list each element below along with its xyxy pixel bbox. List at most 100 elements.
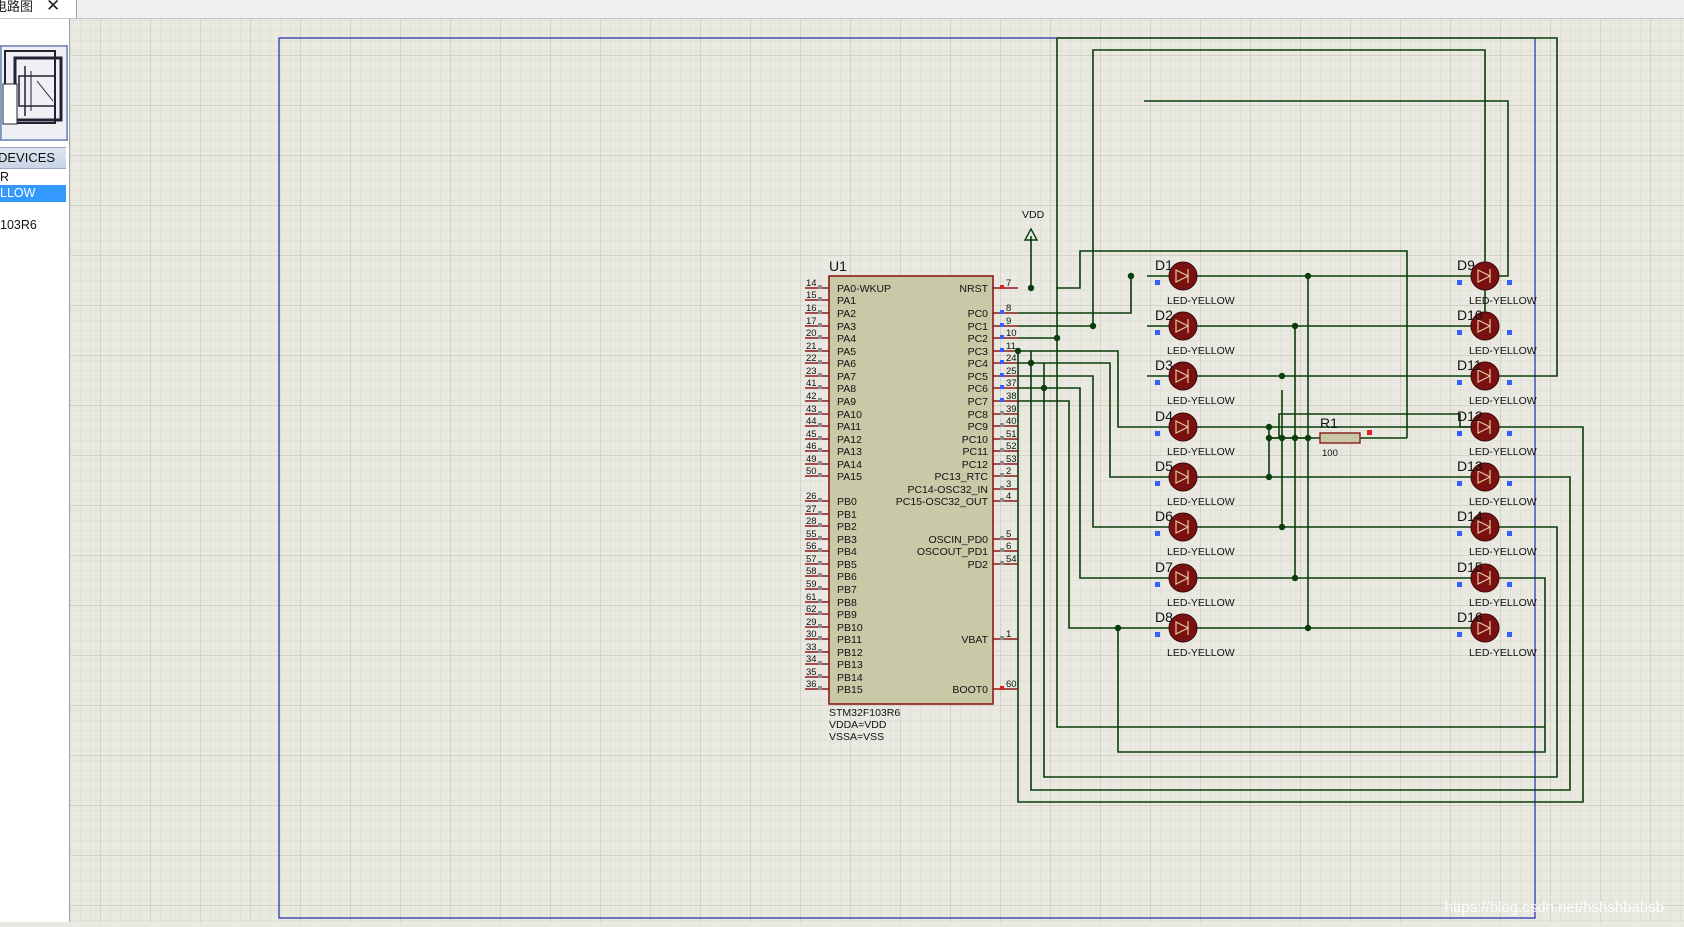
mcu-ref: U1 xyxy=(829,258,847,274)
overview-preview[interactable] xyxy=(0,45,68,141)
pin-number: 37 xyxy=(1006,378,1017,389)
vdd-label: VDD xyxy=(1022,209,1045,221)
pin-number: 11 xyxy=(1006,341,1016,352)
led-body xyxy=(1168,412,1198,442)
pin-marker xyxy=(818,335,822,339)
junction-dot xyxy=(1291,434,1299,442)
pin-name: PB5 xyxy=(837,559,857,571)
pin-name: PA15 xyxy=(837,471,862,483)
pin-marker xyxy=(1000,360,1004,364)
pin-name: PC6 xyxy=(968,383,989,395)
junction-dot xyxy=(1114,624,1122,632)
pin-marker xyxy=(1000,473,1004,477)
pin-name: VBAT xyxy=(961,634,988,646)
pin-marker xyxy=(1000,548,1004,552)
junction-dot xyxy=(1291,322,1299,330)
device-item-selected[interactable]: LLOW xyxy=(0,185,66,202)
pin-number: 25 xyxy=(1006,366,1017,377)
pin-number: 4 xyxy=(1006,491,1011,502)
led-marker-right xyxy=(1507,330,1512,335)
pin-number: 43 xyxy=(806,404,817,415)
pin-marker xyxy=(1000,686,1004,690)
led-marker xyxy=(1457,431,1462,436)
pin-name: PB4 xyxy=(837,546,857,558)
document-tab-bar: 电路图 ✕ xyxy=(0,0,1684,19)
pin-number: 8 xyxy=(1006,303,1011,314)
pin-number: 9 xyxy=(1006,316,1011,327)
pin-name: PC3 xyxy=(968,346,989,358)
led-body xyxy=(1168,512,1198,542)
device-item[interactable]: 103R6 xyxy=(0,217,66,234)
pin-number: 53 xyxy=(1006,454,1017,465)
pin-name: PC5 xyxy=(968,371,989,383)
pin-name: PB14 xyxy=(837,672,863,684)
pin-name: PC4 xyxy=(968,358,989,370)
junction-dot xyxy=(1040,384,1048,392)
pin-marker xyxy=(818,611,822,615)
pin-marker xyxy=(1000,536,1004,540)
pin-marker xyxy=(818,599,822,603)
pin-marker xyxy=(818,323,822,327)
led-marker xyxy=(1457,330,1462,335)
schematic-tab[interactable]: 电路图 ✕ xyxy=(0,0,77,18)
preview-thumbnail xyxy=(0,45,68,141)
pin-number: 44 xyxy=(806,416,817,427)
device-item[interactable]: R xyxy=(0,169,66,186)
led-ref: D12 xyxy=(1457,408,1483,424)
device-item[interactable] xyxy=(0,201,66,218)
pin-number: 22 xyxy=(806,353,817,364)
pin-name: PB3 xyxy=(837,534,857,546)
led-part: LED-YELLOW xyxy=(1469,446,1537,458)
led-part: LED-YELLOW xyxy=(1167,395,1235,407)
pin-number: 21 xyxy=(806,341,817,352)
watermark-text: https://blog.csdn.net/hshshbabsb xyxy=(1444,899,1664,916)
led-ref: D15 xyxy=(1457,559,1483,575)
devices-header: DEVICES xyxy=(0,147,66,169)
led-ref: D7 xyxy=(1155,559,1173,575)
pin-marker xyxy=(1000,335,1004,339)
pin-number: 59 xyxy=(806,579,817,590)
pin-number: 6 xyxy=(1006,541,1011,552)
close-icon[interactable]: ✕ xyxy=(46,0,60,15)
led-marker xyxy=(1457,531,1462,536)
resistor-value: 100 xyxy=(1322,448,1338,459)
led-marker-right xyxy=(1507,380,1512,385)
pin-name: PC0 xyxy=(968,308,989,320)
pin-marker xyxy=(1000,411,1004,415)
led-body xyxy=(1168,462,1198,492)
pin-marker xyxy=(818,636,822,640)
led-part: LED-YELLOW xyxy=(1469,395,1537,407)
pin-marker xyxy=(818,373,822,377)
led-marker-right xyxy=(1507,280,1512,285)
schematic-svg[interactable]: U1STM32F103R6VDDA=VDDVSSA=VSS14 PA0-WKUP1… xyxy=(70,19,1684,922)
pin-number: 58 xyxy=(806,566,817,577)
led-ref: D2 xyxy=(1155,307,1173,323)
led-part: LED-YELLOW xyxy=(1469,295,1537,307)
pin-name: PC14-OSC32_IN xyxy=(907,484,988,496)
pin-number: 50 xyxy=(806,466,817,477)
led-body xyxy=(1168,613,1198,643)
pin-name: OSCOUT_PD1 xyxy=(917,546,988,558)
pin-marker xyxy=(818,411,822,415)
pin-number: 34 xyxy=(806,654,817,665)
led-marker xyxy=(1457,582,1462,587)
pin-marker xyxy=(818,573,822,577)
mcu-part: STM32F103R6 xyxy=(829,707,900,719)
mcu-prop: VSSA=VSS xyxy=(829,731,884,743)
pin-name: PB0 xyxy=(837,496,857,508)
pin-name: PA6 xyxy=(837,358,856,370)
pin-name: PC10 xyxy=(962,434,988,446)
led-ref: D14 xyxy=(1457,508,1483,524)
pin-number: 57 xyxy=(806,554,817,565)
pin-marker xyxy=(818,473,822,477)
pin-name: PB1 xyxy=(837,509,857,521)
led-part: LED-YELLOW xyxy=(1167,446,1235,458)
schematic-canvas[interactable]: U1 STM32F103R6 VDDA=VDD VSSA=VSS 14 PA0-WKUP 1… xyxy=(70,19,1684,922)
pin-name: PC7 xyxy=(968,396,989,408)
pin-marker xyxy=(818,360,822,364)
led-body xyxy=(1168,361,1198,391)
pin-name: PA12 xyxy=(837,434,862,446)
pin-marker xyxy=(818,285,822,289)
led-marker-right xyxy=(1507,632,1512,637)
junction-dot xyxy=(1304,272,1312,280)
